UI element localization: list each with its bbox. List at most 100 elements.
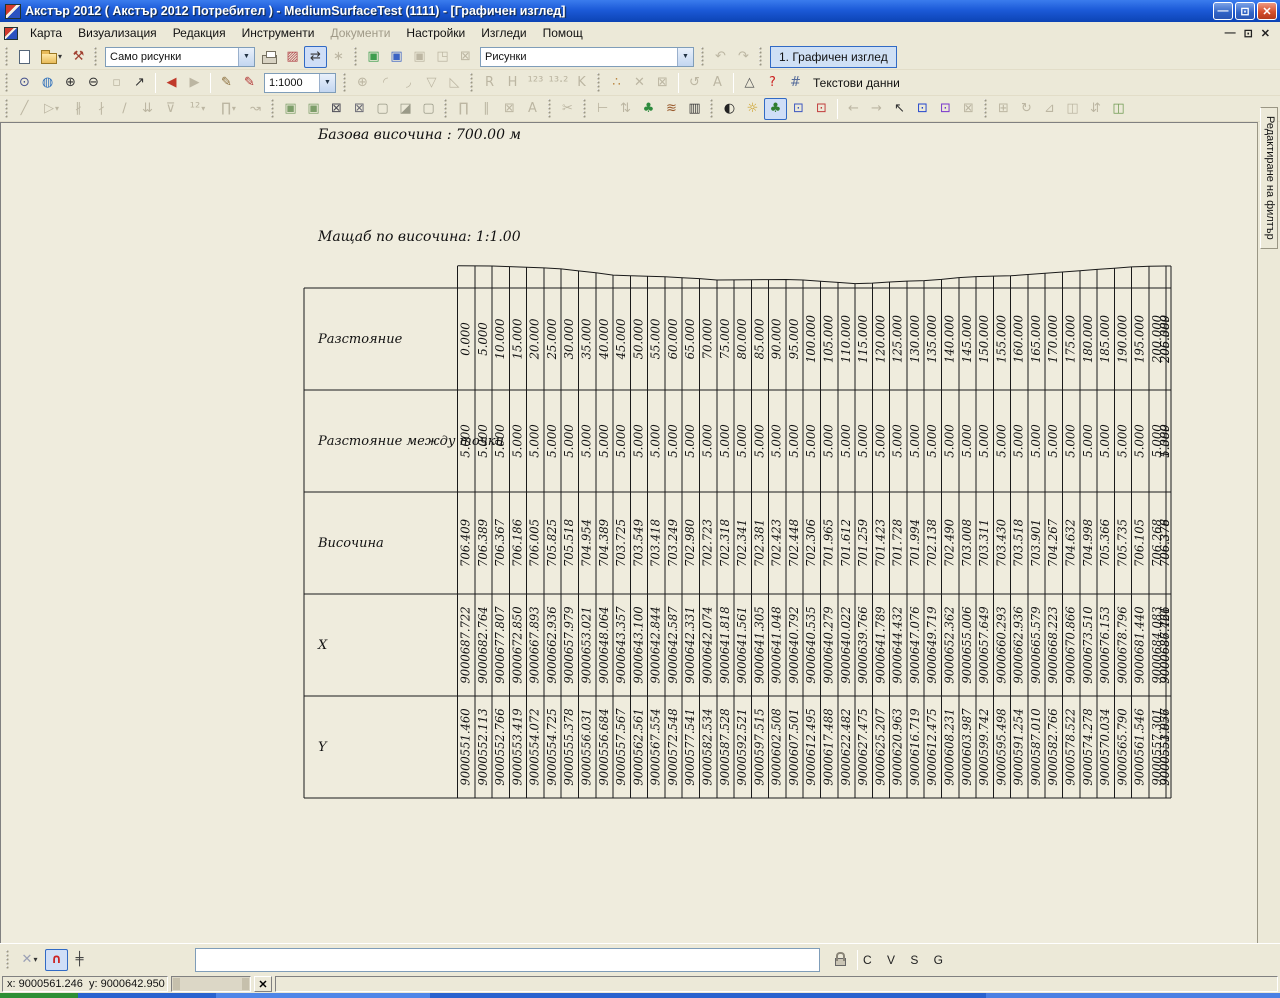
lock-button[interactable]: [828, 948, 852, 972]
help-globe-icon[interactable]: ?: [761, 72, 784, 94]
zoom-world-icon[interactable]: ◍: [36, 72, 59, 94]
menu-item-vizualizacia[interactable]: Визуализация: [70, 23, 165, 43]
table-value: 9000556.031: [579, 708, 593, 785]
menu-item-redakcia[interactable]: Редакция: [165, 23, 234, 43]
toolbar-edit: ╱▷▾∦∤∕⇊⊽¹²▾∏▾↝▣▣⊠⊠▢◪▢∏∥⊠A✂⊢⇅♣≋▥◐☼♣⊡⊡←→↖⊡…: [0, 96, 1280, 122]
table-value: 150.000: [977, 315, 991, 363]
table-value: 9000556.684: [597, 708, 611, 785]
stamp-dark-2-icon[interactable]: ⊠: [348, 98, 371, 120]
new-layer-icon[interactable]: ▣: [362, 46, 385, 68]
spline-icon: ↝: [244, 98, 267, 120]
menu-item-nastroyki[interactable]: Настройки: [398, 23, 473, 43]
app-icon: [5, 4, 21, 19]
rotate-shape-icon: ↻: [1021, 102, 1032, 115]
cancel-button[interactable]: ✕: [254, 976, 272, 992]
print-icon[interactable]: [258, 46, 281, 68]
overlay-blue-icon[interactable]: ⊡: [911, 98, 934, 120]
mdi-close-button[interactable]: ✕: [1261, 27, 1270, 40]
zoom-out-icon[interactable]: ⊖: [82, 72, 105, 94]
pi-shape-icon: ∏: [452, 98, 475, 120]
divider-compass-icon[interactable]: △: [738, 72, 761, 94]
stamp-pale-2-icon[interactable]: ◪: [394, 98, 417, 120]
surface-tree-icon[interactable]: ♣: [764, 98, 787, 120]
chevrons-down-icon: ⇊: [136, 98, 159, 120]
table-value: 9000660.293: [994, 606, 1008, 684]
table-value: 0.000: [459, 322, 473, 356]
histogram-icon[interactable]: ▥: [683, 98, 706, 120]
region-add-icon[interactable]: ⊡: [787, 98, 810, 120]
stamp-pale-2-icon: ◪: [399, 102, 411, 115]
zoom-select-icon: ⊙: [19, 76, 30, 89]
map-tools-icon[interactable]: ⚒: [67, 46, 90, 68]
restore-button[interactable]: ⊡: [1235, 2, 1255, 20]
table-value: 9000677.807: [493, 606, 507, 684]
region-del-icon[interactable]: ⊡: [810, 98, 833, 120]
strokes-icon[interactable]: ≋: [660, 98, 683, 120]
stamp-dark-icon[interactable]: ⊠: [325, 98, 348, 120]
zoom-dynamic-icon[interactable]: ↗: [128, 72, 151, 94]
scale-combo[interactable]: 1:1000▼: [264, 73, 336, 93]
menu-item-dokumenti: Документи: [322, 23, 398, 43]
minimize-button[interactable]: —: [1213, 2, 1233, 20]
snap-node-icon[interactable]: ╪: [68, 949, 91, 971]
brightness-icon[interactable]: ☼: [741, 98, 764, 120]
drawing-canvas[interactable]: Базова височина : 700.00 мМащаб по височ…: [0, 122, 1258, 943]
dropdown-arrow: ▾: [33, 955, 37, 964]
draw-filter-combo[interactable]: Само рисунки▼: [105, 47, 255, 67]
table-value: 185.000: [1098, 315, 1112, 363]
table-value: 9000643.100: [631, 606, 645, 684]
new-document-icon[interactable]: [13, 46, 36, 68]
cursor-pick-icon[interactable]: ↖: [888, 98, 911, 120]
snap-magnet-icon[interactable]: ∩: [45, 949, 68, 971]
stamp-green-icon[interactable]: ▣: [279, 98, 302, 120]
table-value: 5.000: [528, 424, 542, 458]
contrast-icon[interactable]: ◐: [718, 98, 741, 120]
edit-layer-icon[interactable]: ▣: [385, 46, 408, 68]
open-map-icon[interactable]: ▾: [36, 46, 67, 68]
table-value: 9000602.508: [770, 708, 784, 786]
redraw-all-icon[interactable]: ✎: [238, 72, 261, 94]
menu-item-karta[interactable]: Карта: [22, 23, 70, 43]
redraw-icon[interactable]: ✎: [215, 72, 238, 94]
table-value: 65.000: [683, 318, 697, 359]
graph-view-button[interactable]: 1. Графичен изглед: [770, 46, 897, 68]
filter-edit-tab[interactable]: Редактиране на филтър: [1260, 107, 1278, 249]
table-value: 702.341: [735, 519, 749, 567]
overlay-purple-icon[interactable]: ⊡: [934, 98, 957, 120]
combo-arrow-icon[interactable]: ▼: [677, 48, 693, 66]
combo-arrow-icon[interactable]: ▼: [238, 48, 254, 66]
text-data-grid-icon[interactable]: #: [784, 72, 807, 94]
close-button[interactable]: ✕: [1257, 2, 1277, 20]
layers-combo[interactable]: Рисунки▼: [480, 47, 694, 67]
vegetation-icon[interactable]: ♣: [637, 98, 660, 120]
overlay-purple-icon: ⊡: [940, 102, 951, 115]
points-pair-icon[interactable]: ∴: [605, 72, 628, 94]
command-input[interactable]: [195, 948, 820, 972]
mdi-minimize-button[interactable]: —: [1225, 27, 1236, 40]
table-value: 9000687.461: [1158, 606, 1172, 683]
menu-item-pomosht[interactable]: Помощ: [535, 23, 591, 43]
menu-item-instrumenti[interactable]: Инструменти: [234, 23, 323, 43]
copy-pages-icon[interactable]: ◫: [1107, 98, 1130, 120]
zoom-select-icon[interactable]: ⊙: [13, 72, 36, 94]
mdi-restore-button[interactable]: ⊡: [1244, 27, 1253, 40]
combo-arrow-icon[interactable]: ▼: [319, 74, 335, 92]
table-value: 9000655.006: [960, 606, 974, 684]
compare-toggle-icon[interactable]: ⇄: [304, 46, 327, 68]
stamp-pale-3-icon[interactable]: ▢: [417, 98, 440, 120]
table-value: 60.000: [666, 318, 680, 359]
table-value: 702.318: [718, 519, 732, 567]
pick-tool-icon[interactable]: ✕▾: [14, 949, 45, 971]
hatch-region-icon[interactable]: ▨: [281, 46, 304, 68]
stamp-pale-icon[interactable]: ▢: [371, 98, 394, 120]
table-value: 95.000: [787, 318, 801, 359]
table-value: 5.000: [510, 424, 524, 458]
pan-back-icon: ←: [842, 98, 865, 120]
menu-item-izgledi[interactable]: Изгледи: [473, 23, 534, 43]
table-value: 9000668.223: [1046, 606, 1060, 684]
stamp-green-2-icon[interactable]: ▣: [302, 98, 325, 120]
table-value: 9000639.766: [856, 606, 870, 684]
table-value: 5.000: [891, 424, 905, 458]
view-back-icon[interactable]: ◀: [160, 72, 183, 94]
zoom-in-icon[interactable]: ⊕: [59, 72, 82, 94]
